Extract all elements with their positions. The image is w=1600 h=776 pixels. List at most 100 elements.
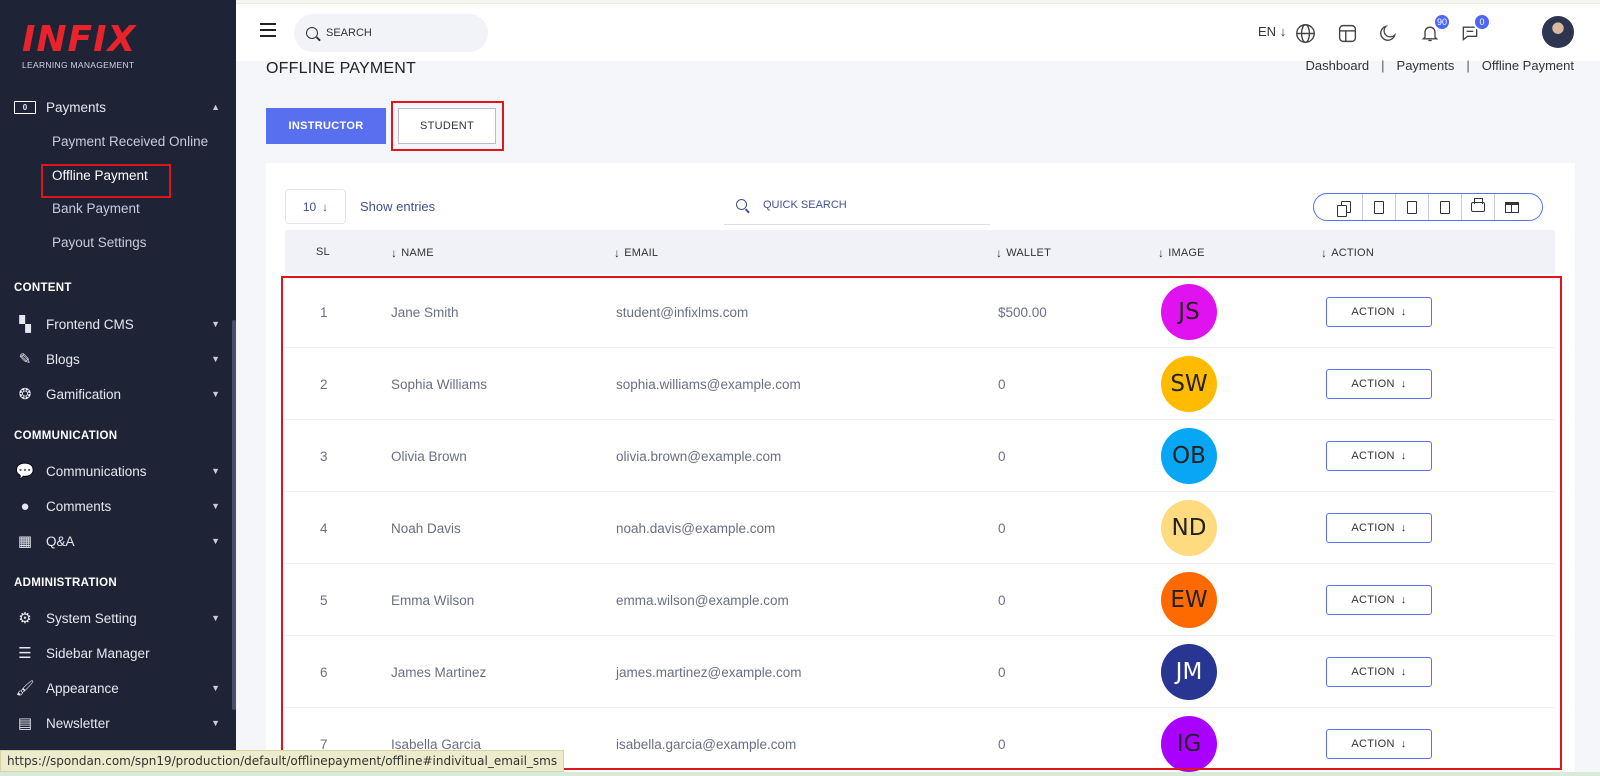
quick-search[interactable] — [724, 185, 990, 225]
entries-select[interactable]: 10 ↓ — [285, 189, 346, 224]
logo[interactable]: INFIX LEARNING MANAGEMENT — [22, 19, 137, 71]
search-icon — [736, 199, 747, 210]
page-title: OFFLINE PAYMENT — [266, 60, 416, 77]
column-header-label: NAME — [401, 247, 434, 259]
quick-search-input[interactable] — [763, 198, 963, 211]
edit-icon: ✎ — [18, 351, 32, 368]
global-search-input[interactable] — [326, 27, 466, 39]
caret-down-icon: ▼ — [211, 501, 220, 511]
sidebar-item-sidebar-manager[interactable]: ☰ Sidebar Manager — [14, 641, 220, 665]
print-button[interactable] — [1462, 194, 1495, 220]
excel-button[interactable] — [1363, 194, 1396, 220]
caret-down-icon: ▼ — [211, 536, 220, 546]
export-buttons — [1313, 193, 1543, 221]
global-search[interactable] — [294, 14, 488, 52]
csv-icon — [1407, 200, 1417, 214]
caret-down-icon: ▼ — [211, 354, 220, 364]
breadcrumb-payments[interactable]: Payments — [1397, 58, 1455, 73]
sidebar-item-comments[interactable]: ● Comments ▼ — [14, 494, 220, 518]
highlight-box — [41, 164, 171, 198]
entries-control: 10 ↓ Show entries — [285, 189, 435, 224]
comment-icon: ● — [20, 497, 30, 515]
sidebar-item-label: Q&A — [46, 533, 75, 549]
highlight-box — [391, 101, 504, 151]
breadcrumb-dashboard[interactable]: Dashboard — [1306, 58, 1370, 73]
user-avatar[interactable] — [1542, 16, 1574, 48]
language-selector[interactable]: EN ↓ — [1258, 24, 1286, 39]
sidebar-item-label: Frontend CMS — [46, 316, 134, 332]
sidebar-item-label: Newsletter — [46, 715, 110, 731]
message-icon[interactable]: 0 — [1459, 13, 1491, 44]
grid-icon: ▦ — [17, 533, 33, 550]
notifications-badge: 90 — [1433, 13, 1451, 31]
sidebar: INFIX LEARNING MANAGEMENT 0 Payments ▲ P… — [0, 0, 236, 776]
moon-icon[interactable] — [1377, 22, 1399, 44]
breadcrumb-offline-payment: Offline Payment — [1481, 58, 1574, 73]
bell-icon[interactable]: 90 — [1419, 13, 1451, 44]
globe-icon[interactable] — [1294, 22, 1316, 44]
gears-icon: ⚙ — [18, 610, 32, 627]
sort-arrow-icon: ↓ — [1158, 246, 1165, 260]
sidebar-item-qa[interactable]: ▦ Q&A ▼ — [14, 529, 220, 553]
column-header-email[interactable]: ↓ EMAIL — [614, 246, 658, 260]
sidebar-scrollbar[interactable] — [232, 320, 236, 710]
column-header-wallet[interactable]: ↓ WALLET — [996, 246, 1051, 260]
column-header-image[interactable]: ↓ IMAGE — [1158, 246, 1205, 260]
print-icon — [1471, 198, 1485, 212]
column-header-label: ACTION — [1331, 247, 1374, 259]
sidebar-item-label: Appearance — [46, 680, 119, 696]
sidebar-item-label: System Setting — [46, 610, 137, 626]
sort-arrow-icon: ↓ — [996, 246, 1003, 260]
breadcrumb-separator: | — [1466, 58, 1470, 73]
caret-up-icon: ▲ — [211, 102, 220, 112]
entries-value: 10 — [302, 199, 317, 214]
sidebar-subitem-payout-settings[interactable]: Payout Settings — [52, 235, 147, 250]
sort-arrow-icon: ↓ — [1321, 246, 1328, 260]
sidebar-item-label: Blogs — [46, 351, 80, 367]
bottom-strip — [0, 772, 1600, 776]
top-bar: EN ↓ 90 0 — [236, 3, 1600, 61]
sidebar-item-label: Sidebar Manager — [46, 645, 150, 661]
arrow-down-icon: ↓ — [1279, 24, 1287, 39]
csv-button[interactable] — [1396, 194, 1429, 220]
sidebar-item-payments[interactable]: 0 Payments ▲ — [14, 95, 220, 119]
tab-instructor[interactable]: INSTRUCTOR — [266, 108, 386, 144]
sidebar-item-system-setting[interactable]: ⚙ System Setting ▼ — [14, 606, 220, 630]
logo-text: INFIX — [22, 19, 137, 60]
columns-icon — [1504, 201, 1519, 213]
sidebar-item-newsletter[interactable]: ▤ Newsletter ▼ — [14, 711, 220, 735]
sidebar-section-content: CONTENT — [14, 282, 72, 294]
sidebar-item-label: Payments — [46, 99, 107, 115]
sort-arrow-icon: ↓ — [614, 246, 621, 260]
column-header-label: IMAGE — [1168, 247, 1205, 259]
column-header-sl[interactable]: SL — [316, 246, 330, 258]
column-header-label: SL — [316, 246, 330, 258]
hamburger-menu-icon[interactable] — [260, 23, 276, 37]
copy-button[interactable] — [1330, 194, 1363, 220]
column-header-name[interactable]: ↓ NAME — [391, 246, 434, 260]
breadcrumb-separator: | — [1381, 58, 1385, 73]
arrow-down-icon: ↓ — [322, 199, 329, 214]
sidebar-item-appearance[interactable]: 🖌 Appearance ▼ — [14, 676, 220, 700]
sidebar-item-frontend-cms[interactable]: ▚ Frontend CMS ▼ — [14, 312, 220, 336]
sidebar-subitem-payment-received-online[interactable]: Payment Received Online — [52, 134, 208, 149]
chat-icon: 💬 — [15, 463, 35, 480]
language-label: EN — [1258, 24, 1277, 39]
sidebar-subitem-bank-payment[interactable]: Bank Payment — [52, 201, 140, 216]
column-header-action[interactable]: ↓ ACTION — [1321, 246, 1374, 260]
sidebar-item-gamification[interactable]: ❂ Gamification ▼ — [14, 382, 220, 406]
medal-icon: ❂ — [18, 386, 32, 403]
columns-button[interactable] — [1495, 194, 1528, 220]
sidebar-section-communication: COMMUNICATION — [14, 430, 118, 442]
sidebar-section-administration: ADMINISTRATION — [14, 577, 118, 589]
brush-icon: 🖌 — [15, 680, 35, 697]
column-header-label: WALLET — [1006, 247, 1052, 259]
sidebar-item-communications[interactable]: 💬 Communications ▼ — [14, 459, 220, 483]
table-header: SL ↓ NAME ↓ EMAIL ↓ WALLET ↓ IMAGE ↓ ACTION — [285, 230, 1555, 274]
column-header-label: EMAIL — [624, 247, 659, 259]
layout-icon[interactable] — [1336, 22, 1358, 44]
pdf-icon — [1440, 200, 1450, 214]
sidebar-item-blogs[interactable]: ✎ Blogs ▼ — [14, 347, 220, 371]
pdf-button[interactable] — [1429, 194, 1462, 220]
sort-arrow-icon: ↓ — [391, 246, 398, 260]
